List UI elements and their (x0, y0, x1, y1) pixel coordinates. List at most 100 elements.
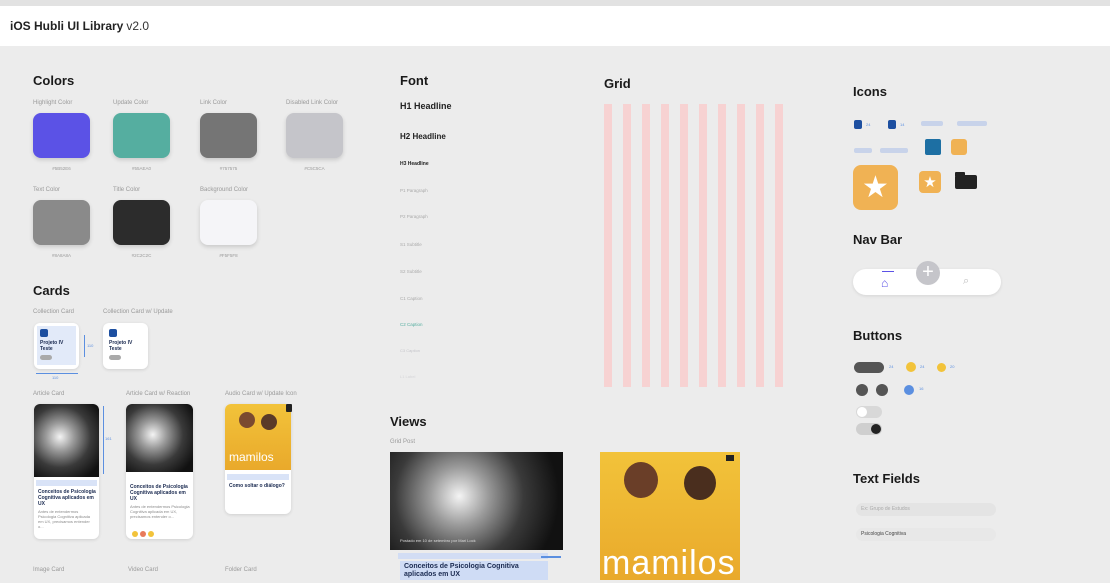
cards-section-title: Cards (33, 283, 70, 298)
dimension-width-label: 110 (52, 375, 59, 380)
search-icon[interactable]: ⌕ (963, 275, 969, 288)
button-size-label: 24 (920, 364, 925, 369)
font-sample-c3: C3 Caption (400, 348, 421, 353)
swatch-title[interactable] (113, 200, 170, 245)
grid-column (718, 104, 726, 387)
cover-person-head (624, 462, 658, 498)
swatch-label-highlight: Highlight Color (33, 100, 73, 106)
font-sample-c2: C2 Caption (400, 322, 423, 327)
article-card[interactable]: Conceitos de Psicologia Cognitiva aplica… (34, 404, 99, 539)
font-section-title: Font (400, 73, 429, 88)
collection-card-update[interactable]: Projeto IV Teste (103, 323, 148, 369)
podcast-brand-text: mamilos (602, 544, 736, 582)
collection-card[interactable]: Projeto IV Teste (34, 323, 79, 369)
dimension-line-vertical (103, 406, 104, 474)
cover-person-head (261, 414, 277, 430)
home-icon[interactable]: ⌂ (881, 276, 888, 290)
orange-square-icon (951, 139, 967, 155)
audio-brand-text: mamilos (229, 450, 274, 464)
toggle-on[interactable] (856, 423, 882, 435)
swatch-text[interactable] (33, 200, 90, 245)
cover-person-head (239, 412, 255, 428)
swatch-background[interactable] (200, 200, 257, 245)
toggle-off[interactable] (856, 406, 882, 418)
swatch-link[interactable] (200, 113, 257, 158)
dimension-height-label: 110 (87, 343, 94, 348)
collection-badge-icon (109, 329, 117, 337)
swatch-label-disabled-link: Disabled Link Color (286, 100, 339, 106)
swatch-hex-background: #F5F5F8 (219, 253, 238, 258)
version-label: v2.0 (126, 19, 150, 33)
article-card-reaction[interactable]: Conceitos de Psicologia Cognitiva aplica… (126, 404, 193, 539)
grid-column (604, 104, 612, 387)
swatch-label-link: Link Color (200, 100, 228, 106)
font-sample-p1: P1 Paragraph (400, 188, 428, 193)
reaction-emoji-icon[interactable] (132, 531, 138, 537)
card-label-audio: Audio Card w/ Update Icon (225, 391, 297, 397)
round-icon-button[interactable] (856, 384, 868, 396)
grid-column (680, 104, 688, 387)
icons-section-title: Icons (853, 84, 887, 99)
icon-size-label: 24 (866, 122, 871, 127)
folder-icon (955, 172, 977, 189)
swatch-label-text: Text Color (33, 187, 61, 193)
grid-post-caption: Postado em 10 de setembro por Mari Lock (400, 538, 476, 543)
header-bar: iOS Hubli UI Library v2.0 (0, 6, 1110, 46)
card-label-video: Video Card (128, 567, 158, 573)
emoji-reaction-button-small[interactable] (937, 363, 946, 372)
card-label-article-reaction: Article Card w/ Reaction (126, 391, 191, 397)
swatch-hex-link: #757575 (219, 166, 238, 171)
update-badge-icon (286, 404, 292, 412)
swatch-hex-text: #8A8A8A (51, 253, 71, 258)
reaction-emoji-icon[interactable] (140, 531, 146, 537)
more-dots-icon[interactable] (541, 556, 561, 558)
swatch-update[interactable] (113, 113, 170, 158)
collection-card-title: Projeto IV Teste (109, 340, 133, 352)
round-icon-button[interactable] (876, 384, 888, 396)
primary-pill-button[interactable] (854, 362, 884, 373)
podcast-cover-image[interactable]: mamilos (600, 452, 740, 582)
reaction-emoji-icon[interactable] (148, 531, 154, 537)
round-icon-button-blue[interactable] (904, 385, 914, 395)
star-app-icon-small[interactable]: ★ (919, 171, 941, 193)
emoji-reaction-button[interactable] (906, 362, 916, 372)
grid-section-title: Grid (604, 76, 631, 91)
swatch-hex-update: #55AEA0 (131, 166, 151, 171)
collection-meta-pill (109, 355, 121, 360)
swatch-highlight[interactable] (33, 113, 90, 158)
blue-square-icon (925, 139, 941, 155)
article-card-title: Conceitos de Psicologia Cognitiva aplica… (130, 484, 188, 502)
views-section-title: Views (390, 414, 427, 429)
navbar-section-title: Nav Bar (853, 232, 903, 247)
card-label-article: Article Card (33, 391, 65, 397)
grid-post-image[interactable]: Postado em 10 de setembro por Mari Lock (390, 452, 563, 550)
star-app-icon-large[interactable]: ★ (853, 165, 898, 210)
swatch-disabled-link[interactable] (286, 113, 343, 158)
article-card-body: Antes de entendermos Psicologia Cognitiv… (38, 509, 91, 529)
font-sample-p2: P2 Paragraph (400, 214, 428, 219)
article-image (34, 404, 99, 477)
grid-column (775, 104, 783, 387)
text-field-placeholder[interactable]: Ex: Grupo de Estudos (856, 503, 996, 516)
dimension-line-horizontal (36, 373, 78, 374)
text-field-filled[interactable]: Psicologia Cognitiva (856, 528, 996, 541)
button-size-label: 24 (889, 364, 894, 369)
audio-card[interactable]: mamilos Como soltar o diálogo? (225, 404, 291, 514)
collection-meta-pill (40, 355, 52, 360)
colors-section-title: Colors (33, 73, 75, 88)
hubli-wordmark-icon (921, 121, 943, 126)
card-label-folder: Folder Card (225, 567, 257, 573)
card-label-collection: Collection Card (33, 309, 75, 315)
collection-card-title: Projeto IV Teste (40, 340, 64, 352)
font-sample-s2: S2 Subtitle (400, 269, 422, 274)
add-button[interactable]: + (916, 261, 940, 285)
icon-size-label: 14 (900, 122, 905, 127)
font-sample-h1: H1 Headline (400, 101, 452, 111)
nav-bar: ⌂ + ⌕ (853, 261, 1001, 295)
swatch-label-background: Background Color (200, 187, 249, 193)
dimension-line-vertical (84, 335, 85, 357)
font-sample-h3: H3 Headline (400, 161, 429, 167)
font-sample-c1: C1 Caption (400, 296, 423, 301)
audio-cover-image: mamilos (225, 404, 291, 470)
hubli-logo-icon (888, 120, 896, 129)
